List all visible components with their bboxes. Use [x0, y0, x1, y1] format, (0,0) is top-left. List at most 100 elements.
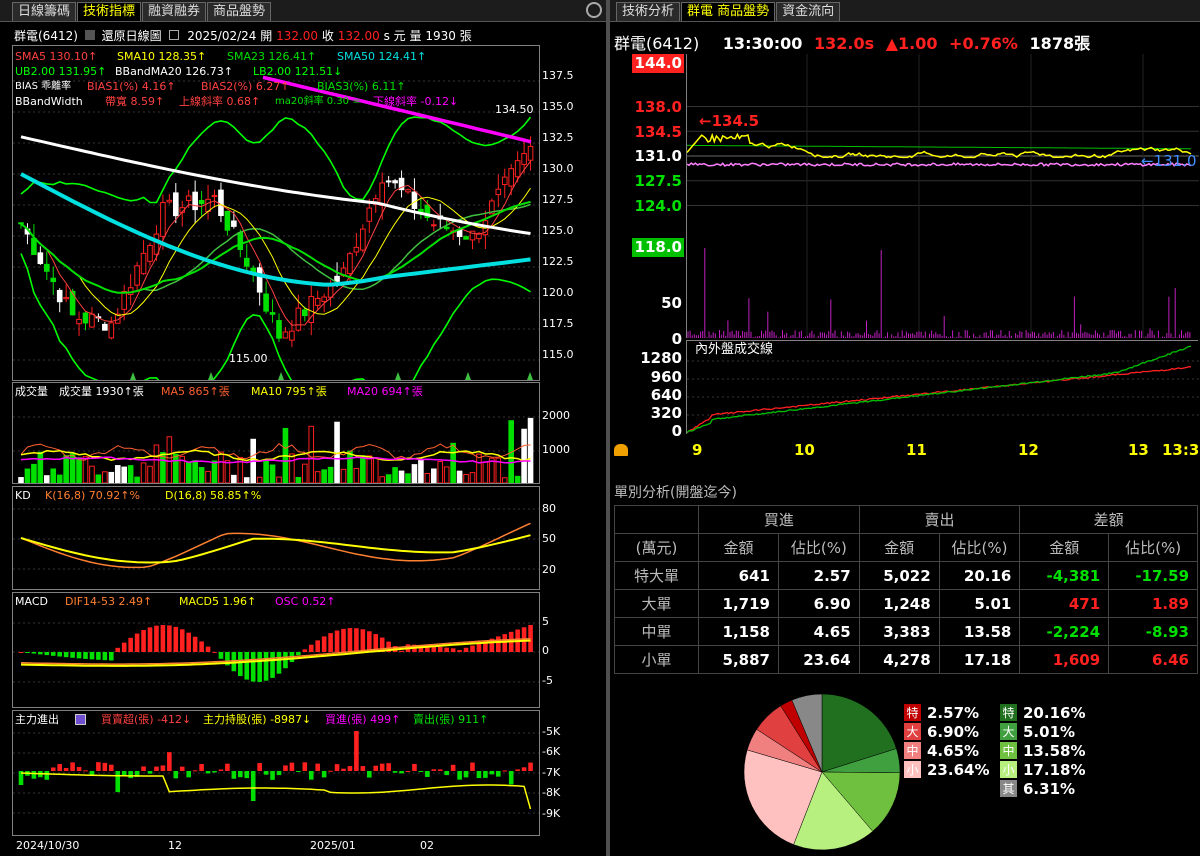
volume-bar	[295, 477, 302, 483]
main-force-bar	[238, 771, 243, 778]
volume-bar	[256, 476, 263, 483]
intraday-chart[interactable]	[687, 54, 1199, 338]
chart-mode[interactable]: 還原日線圖	[102, 29, 162, 43]
open-price: 132.00	[276, 29, 319, 43]
candle-body	[82, 312, 89, 324]
volume-bar	[56, 474, 63, 483]
tab-tech-analysis[interactable]: 技術分析	[616, 2, 681, 21]
bias2-legend: BIAS2(%) 6.27↑	[201, 80, 290, 93]
tab-daily-chips[interactable]: 日線籌碼	[12, 2, 77, 21]
stock-name: 群電(6412)	[14, 29, 78, 43]
candle-body	[44, 263, 50, 272]
candle-body	[366, 207, 373, 222]
volume-chart[interactable]	[13, 383, 539, 483]
volume-bar	[205, 470, 211, 483]
candle-body	[269, 312, 276, 315]
order-analysis-title: 單別分析(開盤迄今)	[614, 485, 737, 501]
main-force-bar	[315, 763, 320, 771]
low-mark: 115.00	[229, 352, 268, 365]
volume-bar	[140, 462, 147, 483]
main-force-bar	[321, 771, 327, 778]
candle-body	[50, 277, 57, 283]
sma23-legend: SMA23 126.41↑	[227, 50, 317, 63]
tab-market[interactable]: 商品盤勢	[207, 2, 272, 21]
macd-chart[interactable]	[13, 593, 539, 707]
osc-bar	[154, 625, 159, 652]
candle-body	[160, 201, 166, 237]
volume-bar	[385, 474, 392, 483]
main-force-bar	[328, 770, 333, 772]
tab-margin[interactable]: 融資融券	[142, 2, 207, 21]
inout-chart-area[interactable]: 內外盤成交線	[686, 340, 1199, 434]
candle-body	[282, 331, 289, 339]
osc-bar	[218, 652, 224, 659]
volume-bar	[134, 476, 140, 483]
table-row[interactable]: 大單 1,719 6.90 1,248 5.01 471 1.89	[614, 589, 1198, 618]
volume-title: 成交量	[15, 385, 48, 398]
main-force-panel[interactable]: 主力進出 買賣超(張) -412↓ 主力持股(張) -8987↓ 買進(張) 4…	[12, 710, 540, 836]
legend-sell-s: 小 17.18%	[1000, 760, 1085, 779]
time-axis: 9 10 11 12 13 13:30	[610, 438, 1200, 462]
bias1-legend: BIAS1(%) 4.16↑	[87, 80, 176, 93]
table-row[interactable]: 特大單 641 2.57 5,022 20.16 -4,381 -17.59	[614, 561, 1198, 590]
volume-bar	[198, 467, 205, 483]
price-chart-panel[interactable]: SMA5 130.10↑ SMA10 128.35↑ SMA23 126.41↑…	[12, 45, 540, 381]
osc-bar	[147, 627, 153, 652]
zoom-icon[interactable]	[586, 2, 602, 18]
osc-bar	[160, 625, 166, 652]
comparison-line	[687, 162, 1192, 167]
candle-body	[411, 191, 418, 209]
volume-panel[interactable]: 成交量 成交量 1930↑張 MA5 865↑張 MA10 795↑張 MA20…	[12, 382, 540, 484]
volume-bar	[392, 467, 398, 483]
k-legend: K(16,8) 70.92↑%	[45, 489, 140, 502]
osc-bar	[83, 652, 88, 659]
main-force-bar	[483, 771, 488, 778]
volume-bar	[437, 460, 444, 483]
main-force-chart[interactable]	[13, 711, 539, 835]
settings-icon[interactable]	[75, 714, 86, 725]
candle-body	[153, 233, 160, 255]
tab-stock-market[interactable]: 群電 商品盤勢	[681, 2, 776, 21]
legend-other: 其 6.31%	[1000, 779, 1075, 798]
osc-bar	[302, 649, 308, 652]
kd-title: KD	[15, 489, 31, 502]
volume-bar	[372, 457, 379, 483]
osc-bar	[50, 652, 56, 656]
candle-body	[321, 296, 327, 302]
osc-bar	[70, 652, 75, 658]
main-force-bar	[367, 771, 372, 778]
tab-fund-flow[interactable]: 資金流向	[776, 2, 841, 21]
main-force-bar	[334, 764, 340, 771]
signal-marker	[527, 372, 533, 380]
main-force-bar	[502, 770, 508, 772]
kd-panel[interactable]: KD K(16,8) 70.92↑% D(16,8) 58.85↑%	[12, 486, 540, 590]
candle-body	[334, 275, 340, 282]
candle-body	[392, 180, 398, 184]
main-force-bar	[102, 762, 108, 771]
candle-body	[147, 245, 153, 262]
main-force-bar	[199, 763, 204, 771]
main-force-bar	[109, 764, 114, 771]
candle-body	[256, 267, 263, 293]
table-row[interactable]: 小單 5,887 23.64 4,278 17.18 1,609 6.46	[614, 645, 1198, 674]
table-row[interactable]: 中單 1,158 4.65 3,383 13.58 -2,224 -8.93	[614, 617, 1198, 646]
bell-icon[interactable]	[614, 444, 628, 456]
kd-chart[interactable]	[13, 487, 539, 589]
osc-bar	[257, 652, 262, 682]
tab-tech-indicator[interactable]: 技術指標	[77, 2, 142, 21]
main-force-bar	[354, 731, 359, 771]
macd-panel[interactable]: MACD DIF14-53 2.49↑ MACD5 1.96↑ OSC 0.52…	[12, 592, 540, 708]
candle-body	[37, 252, 44, 265]
down-slope-legend: 下線斜率 -0.12↓	[373, 95, 459, 108]
main-force-bar	[244, 771, 250, 779]
intraday-chart-area[interactable]: ←134.5 ←131.0	[686, 54, 1199, 338]
order-pie-chart[interactable]	[740, 690, 904, 854]
main-force-bar	[289, 762, 295, 771]
main-force-bar	[515, 769, 520, 771]
candle-body	[379, 182, 385, 207]
osc-bar	[89, 652, 95, 660]
volume-bar	[37, 451, 44, 483]
osc-bar	[57, 652, 62, 657]
volume-bar	[314, 471, 321, 483]
osc-bar	[173, 626, 179, 652]
